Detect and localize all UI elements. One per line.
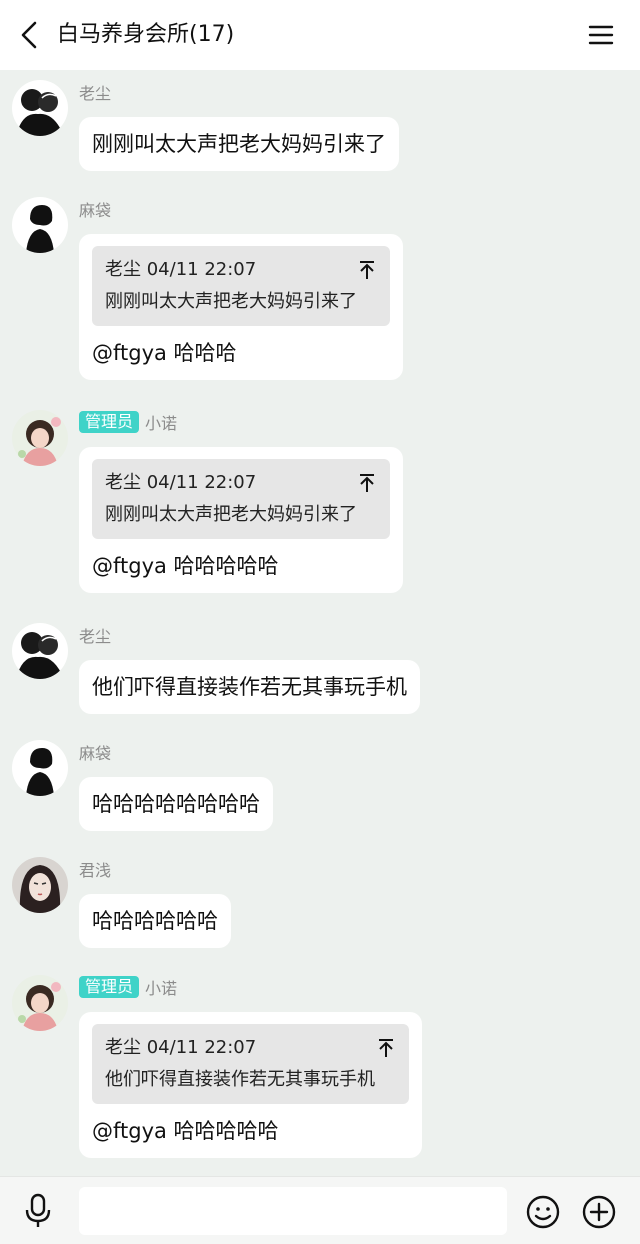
sender-line: 麻袋: [79, 740, 111, 764]
avatar[interactable]: [12, 857, 68, 913]
sender-name: 老尘: [79, 84, 112, 103]
quoted-message[interactable]: 老尘 04/11 22:07 他们吓得直接装作若无其事玩手机: [92, 1024, 409, 1104]
message-bubble[interactable]: 他们吓得直接装作若无其事玩手机: [79, 660, 420, 714]
message-text: @ftgya 哈哈哈哈哈: [92, 1119, 279, 1143]
message-bubble[interactable]: 老尘 04/11 22:07 刚刚叫太大声把老大妈妈引来了 @ftgya 哈哈哈: [79, 234, 403, 380]
voice-button[interactable]: [22, 1193, 54, 1229]
sender-line: 管理员 小诺: [79, 975, 177, 999]
sender-line: 老尘: [79, 623, 111, 647]
emoji-button[interactable]: [526, 1195, 560, 1229]
avatar[interactable]: [12, 197, 68, 253]
quoted-text: 刚刚叫太大声把老大妈妈引来了: [105, 504, 357, 525]
avatar[interactable]: [12, 740, 68, 796]
message-text: 哈哈哈哈哈哈: [92, 909, 218, 933]
quoted-text: 他们吓得直接装作若无其事玩手机: [105, 1069, 375, 1090]
message-bubble[interactable]: 哈哈哈哈哈哈哈哈: [79, 777, 273, 831]
chevron-left-icon: [21, 21, 37, 49]
input-bar: [0, 1176, 640, 1244]
message-bubble[interactable]: 刚刚叫太大声把老大妈妈引来了: [79, 117, 399, 171]
quoted-message[interactable]: 老尘 04/11 22:07 刚刚叫太大声把老大妈妈引来了: [92, 459, 390, 539]
quoted-meta: 老尘 04/11 22:07: [105, 472, 257, 493]
message-text: 哈哈哈哈哈哈哈哈: [92, 792, 260, 816]
sender-name: 君浅: [79, 861, 112, 880]
avatar[interactable]: [12, 410, 68, 466]
sender-name: 老尘: [79, 627, 112, 646]
avatar[interactable]: [12, 975, 68, 1031]
chat-message-list[interactable]: 老尘 刚刚叫太大声把老大妈妈引来了 麻袋 老尘 04/11 22:07 刚刚叫太…: [0, 70, 640, 1176]
jump-to-original-icon[interactable]: [358, 473, 376, 493]
jump-to-original-icon[interactable]: [377, 1038, 395, 1058]
sender-line: 管理员 小诺: [79, 410, 177, 434]
message-input[interactable]: [79, 1187, 507, 1235]
menu-button[interactable]: [586, 22, 616, 48]
group-title: 白马养身会所(17): [57, 22, 235, 47]
microphone-icon: [25, 1193, 51, 1227]
message-text: @ftgya 哈哈哈: [92, 341, 237, 365]
sender-name: 小诺: [145, 979, 178, 998]
message-bubble[interactable]: 老尘 04/11 22:07 刚刚叫太大声把老大妈妈引来了 @ftgya 哈哈哈…: [79, 447, 403, 593]
quoted-meta: 老尘 04/11 22:07: [105, 1037, 257, 1058]
plus-circle-icon: [582, 1195, 616, 1229]
sender-line: 老尘: [79, 80, 111, 104]
admin-badge: 管理员: [79, 411, 140, 433]
avatar[interactable]: [12, 623, 68, 679]
sender-line: 麻袋: [79, 197, 111, 221]
message-bubble[interactable]: 哈哈哈哈哈哈: [79, 894, 231, 948]
quoted-message[interactable]: 老尘 04/11 22:07 刚刚叫太大声把老大妈妈引来了: [92, 246, 390, 326]
quoted-meta: 老尘 04/11 22:07: [105, 259, 257, 280]
sender-name: 麻袋: [79, 201, 112, 220]
sender-name: 麻袋: [79, 744, 112, 763]
back-button[interactable]: [14, 19, 44, 51]
smiley-icon: [526, 1195, 560, 1229]
message-text: 他们吓得直接装作若无其事玩手机: [92, 675, 407, 699]
sender-line: 君浅: [79, 857, 111, 881]
avatar[interactable]: [12, 80, 68, 136]
sender-name: 小诺: [145, 414, 178, 433]
jump-to-original-icon[interactable]: [358, 260, 376, 280]
admin-badge: 管理员: [79, 976, 140, 998]
chat-header: 白马养身会所(17): [0, 0, 640, 70]
message-text: 刚刚叫太大声把老大妈妈引来了: [92, 132, 386, 156]
quoted-text: 刚刚叫太大声把老大妈妈引来了: [105, 291, 357, 312]
more-button[interactable]: [582, 1195, 616, 1229]
message-bubble[interactable]: 老尘 04/11 22:07 他们吓得直接装作若无其事玩手机 @ftgya 哈哈…: [79, 1012, 422, 1158]
hamburger-menu-icon: [588, 25, 614, 45]
message-text: @ftgya 哈哈哈哈哈: [92, 554, 279, 578]
